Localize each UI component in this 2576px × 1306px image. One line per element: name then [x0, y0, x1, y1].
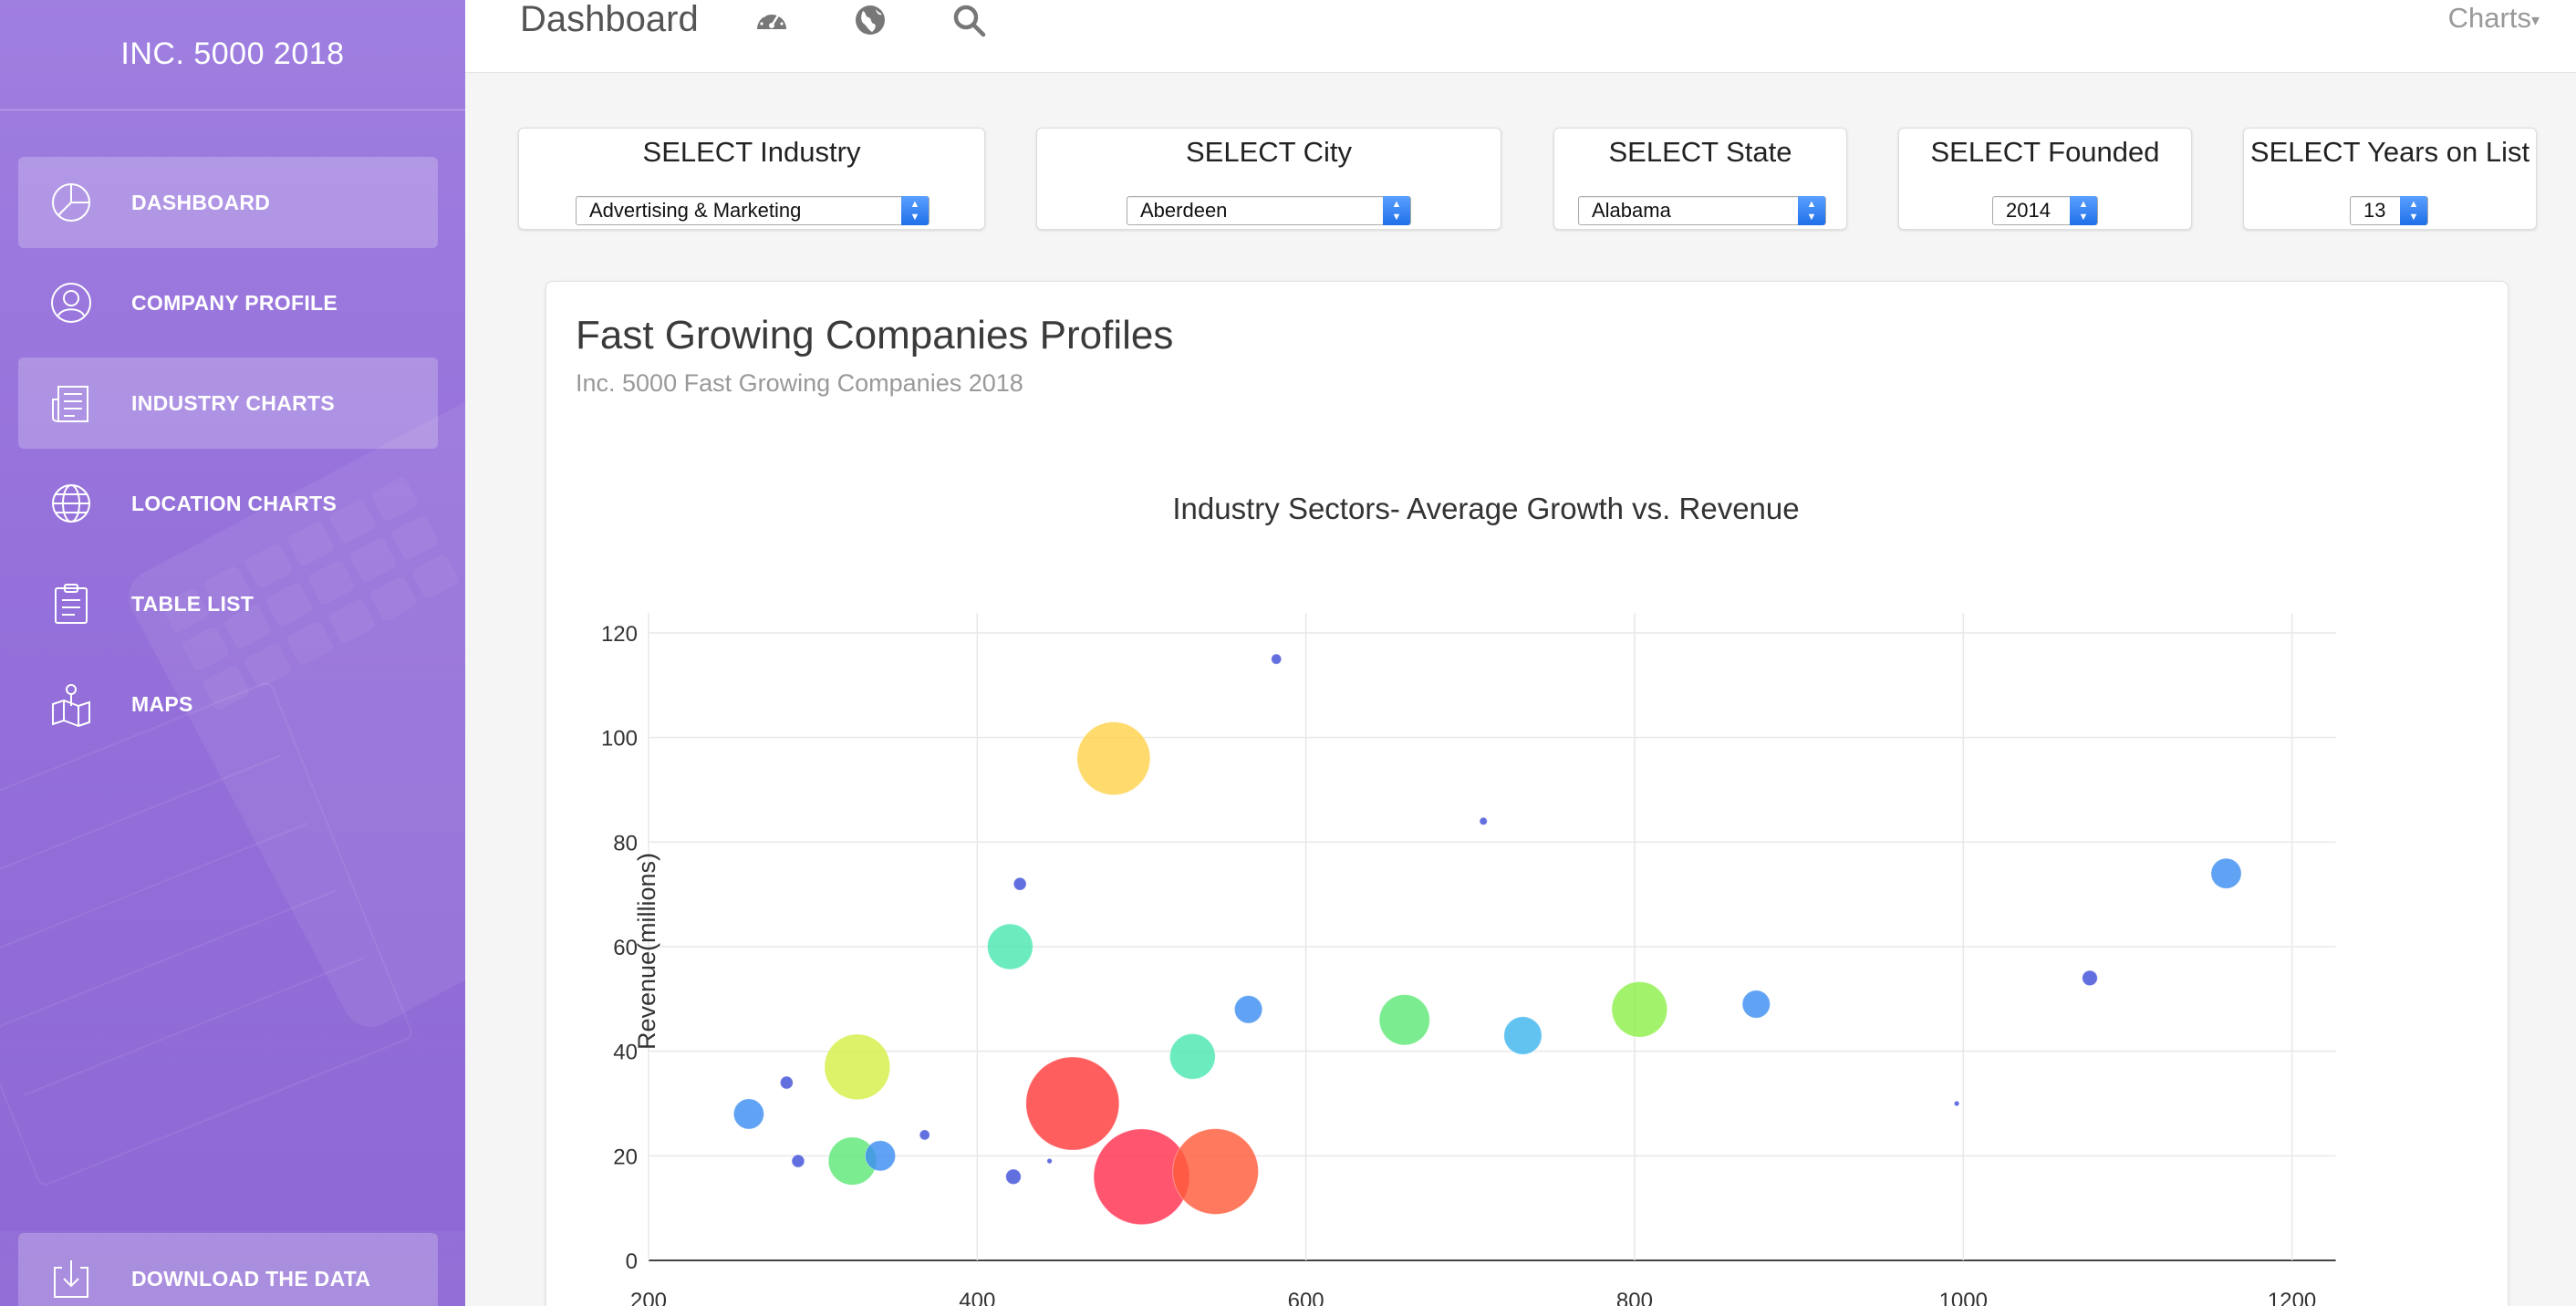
charts-menu-label: Charts: [2447, 2, 2531, 34]
filter-industry-label: SELECT Industry: [642, 136, 861, 168]
y-tick-label: 0: [626, 1249, 638, 1274]
y-tick-label: 80: [613, 831, 638, 855]
x-tick-label: 1000: [1939, 1289, 1988, 1306]
sidebar-item-label: DASHBOARD: [131, 190, 271, 214]
bubble-point[interactable]: [779, 1075, 794, 1090]
caret-down-icon: ▾: [2530, 10, 2540, 29]
bubble-point[interactable]: [919, 1129, 930, 1141]
select-arrows-icon: ▲ ▼: [2400, 196, 2427, 225]
bubble-point[interactable]: [2082, 969, 2098, 987]
select-arrows-icon: ▲ ▼: [2070, 196, 2097, 225]
city-select[interactable]: Aberdeen ▲ ▼: [1127, 196, 1411, 225]
chart-title: Industry Sectors- Average Growth vs. Rev…: [1172, 492, 1799, 525]
sidebar-item-label: MAPS: [131, 691, 193, 716]
bubble-point[interactable]: [1503, 1016, 1542, 1055]
globe-icon[interactable]: [852, 2, 890, 38]
bubble-point[interactable]: [1271, 653, 1283, 665]
bubble-point[interactable]: [824, 1033, 891, 1101]
pie-chart-icon: [46, 177, 97, 228]
map-icon: [46, 679, 97, 730]
x-tick-label: 800: [1616, 1289, 1653, 1306]
bubble-point[interactable]: [791, 1154, 805, 1168]
bubble-point[interactable]: [1046, 1157, 1053, 1165]
bubble-point[interactable]: [1013, 876, 1027, 891]
bubble-point[interactable]: [1076, 721, 1151, 796]
filter-years-on-list: SELECT Years on List 13 ▲ ▼: [2243, 128, 2537, 230]
filter-city-label: SELECT City: [1185, 136, 1353, 168]
bubble-point[interactable]: [2210, 857, 2242, 889]
bubble-point[interactable]: [1741, 990, 1771, 1019]
state-select[interactable]: Alabama ▲ ▼: [1578, 196, 1826, 225]
bubble-point[interactable]: [1005, 1168, 1022, 1186]
x-tick-label: 200: [630, 1289, 667, 1306]
user-icon: [46, 277, 97, 328]
y-tick-label: 120: [601, 622, 638, 647]
globe-icon: [46, 478, 97, 529]
filter-state-label: SELECT State: [1608, 136, 1792, 168]
sidebar-item-label: INDUSTRY CHARTS: [131, 390, 336, 415]
founded-select[interactable]: 2014 ▲ ▼: [1992, 196, 2098, 225]
company-profiles-card: Fast Growing Companies Profiles Inc. 500…: [545, 281, 2508, 1306]
charts-dropdown-menu[interactable]: Charts▾: [2448, 0, 2540, 38]
download-data-label: DOWNLOAD THE DATA: [131, 1266, 371, 1290]
page-title[interactable]: Dashboard: [520, 0, 699, 38]
years-select-value: 13: [2363, 199, 2386, 222]
bubble-point[interactable]: [732, 1098, 764, 1130]
industry-select-value: Advertising & Marketing: [589, 199, 802, 222]
sidebar-item-industry-charts[interactable]: INDUSTRY CHARTS: [18, 358, 438, 449]
filter-city: SELECT City Aberdeen ▲ ▼: [1036, 128, 1501, 230]
sidebar-item-location-charts[interactable]: LOCATION CHARTS: [18, 458, 438, 549]
bubble-point[interactable]: [864, 1140, 897, 1172]
bubble-point[interactable]: [1169, 1033, 1216, 1080]
filter-founded-label: SELECT Founded: [1930, 136, 2160, 168]
x-tick-label: 600: [1288, 1289, 1324, 1306]
brand-title[interactable]: INC. 5000 2018: [0, 0, 465, 110]
sidebar-item-label: TABLE LIST: [131, 591, 254, 616]
sidebar-item-table-list[interactable]: TABLE LIST: [18, 558, 438, 649]
sidebar-item-dashboard[interactable]: DASHBOARD: [18, 157, 438, 248]
chart-points: [732, 653, 2242, 1226]
select-arrows-icon: ▲ ▼: [1383, 196, 1410, 225]
bubble-point[interactable]: [1172, 1128, 1259, 1215]
bubble-chart: 020406080100120200 400 600 800 1000 1200 Indu…: [601, 492, 2336, 1306]
clipboard-icon: [46, 578, 97, 629]
x-tick-label: 400: [959, 1289, 995, 1306]
download-icon: [46, 1253, 97, 1304]
download-data-button[interactable]: DOWNLOAD THE DATA: [18, 1233, 438, 1306]
bubble-point[interactable]: [1378, 994, 1430, 1046]
industry-select[interactable]: Advertising & Marketing ▲ ▼: [576, 196, 930, 225]
bubble-point[interactable]: [1611, 980, 1668, 1038]
sidebar-item-maps[interactable]: MAPS: [18, 658, 438, 750]
select-arrows-icon: ▲ ▼: [1798, 196, 1825, 225]
sidebar-item-label: COMPANY PROFILE: [131, 290, 338, 315]
sidebar: INC. 5000 2018 DASHBOARD COMPANY PROFILE…: [0, 0, 465, 1306]
newspaper-icon: [46, 378, 97, 429]
founded-select-value: 2014: [2006, 199, 2051, 222]
years-select[interactable]: 13 ▲ ▼: [2350, 196, 2428, 225]
bubble-point[interactable]: [1953, 1100, 1960, 1107]
city-select-value: Aberdeen: [1140, 199, 1228, 222]
top-navbar: Dashboard Charts▾: [465, 0, 2576, 73]
search-icon[interactable]: [950, 2, 989, 38]
bubble-point[interactable]: [1025, 1056, 1120, 1151]
chart-grid: [648, 613, 2336, 1261]
bubble-point[interactable]: [1479, 816, 1488, 826]
bubble-point[interactable]: [1233, 995, 1263, 1024]
chart-axes: 020406080100120200 400 600 800 1000 1200: [601, 622, 2316, 1306]
x-tick-label: 1200: [2268, 1289, 2316, 1306]
dashboard-gauge-icon[interactable]: [753, 2, 792, 38]
state-select-value: Alabama: [1592, 199, 1671, 222]
chart-y-axis-label: Revenue(millions): [633, 853, 660, 1050]
sidebar-item-label: LOCATION CHARTS: [131, 491, 338, 515]
filter-years-label: SELECT Years on List: [2249, 136, 2530, 168]
sidebar-item-company-profile[interactable]: COMPANY PROFILE: [18, 257, 438, 348]
filter-founded: SELECT Founded 2014 ▲ ▼: [1898, 128, 2192, 230]
y-tick-label: 20: [613, 1145, 638, 1169]
select-arrows-icon: ▲ ▼: [901, 196, 929, 225]
bubble-point[interactable]: [987, 923, 1034, 970]
filter-state: SELECT State Alabama ▲ ▼: [1553, 128, 1847, 230]
filter-industry: SELECT Industry Advertising & Marketing …: [518, 128, 985, 230]
y-tick-label: 100: [601, 727, 638, 751]
